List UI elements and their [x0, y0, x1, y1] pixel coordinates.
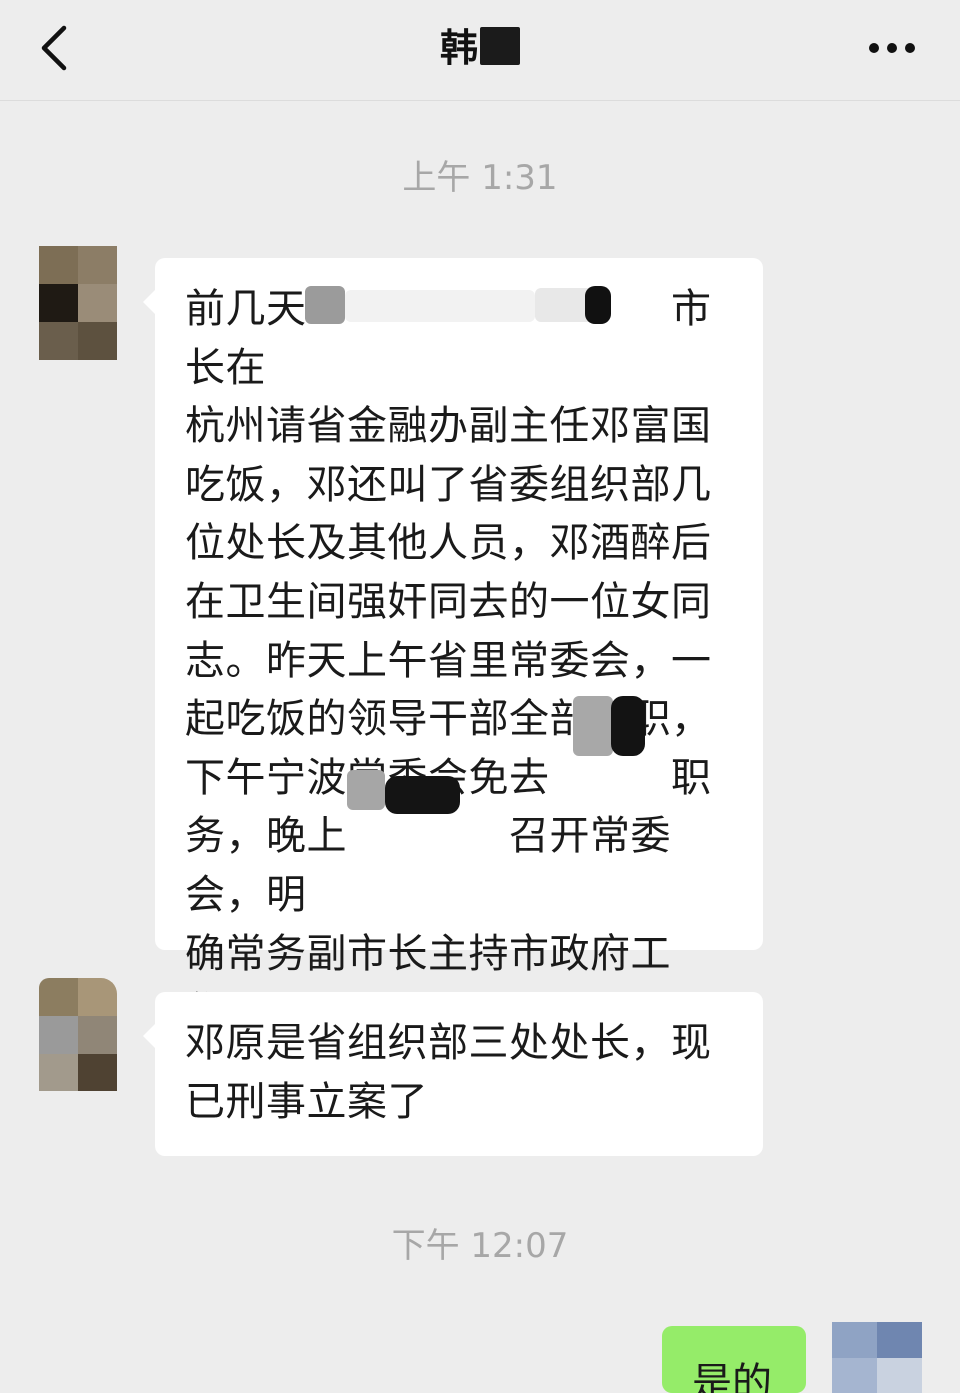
redaction-mark — [305, 286, 345, 324]
self-avatar[interactable] — [832, 1322, 922, 1393]
redaction-mark — [611, 696, 645, 756]
message-text: 前几天 市长在 杭州请省金融办副主任邓富国 吃饭，邓还叫了省委组织部几 位处长及… — [185, 286, 712, 1035]
redaction-mark — [585, 286, 611, 324]
message-bubble[interactable]: 邓原是省组织部三处处长，现 已刑事立案了 — [143, 992, 763, 1156]
sent-message-bubble[interactable]: 是的 — [662, 1326, 806, 1393]
chat-header: 韩 — [0, 0, 960, 101]
name-redaction — [480, 27, 520, 65]
redaction-mark — [385, 776, 460, 814]
message-timestamp: 下午 12:07 — [391, 1226, 569, 1266]
more-dots-icon — [869, 43, 915, 53]
redaction-mark — [347, 770, 385, 810]
contact-avatar[interactable] — [39, 246, 117, 360]
chat-title: 韩 — [0, 24, 960, 72]
more-button[interactable] — [864, 28, 920, 68]
message-text: 邓原是省组织部三处处长，现 已刑事立案了 — [185, 1020, 712, 1125]
redaction-mark — [573, 696, 613, 756]
message-bubble[interactable]: 前几天 市长在 杭州请省金融办副主任邓富国 吃饭，邓还叫了省委组织部几 位处长及… — [143, 258, 763, 1035]
message-timestamp: 上午 1:31 — [402, 158, 558, 198]
contact-name: 韩 — [439, 26, 478, 70]
contact-avatar[interactable] — [39, 978, 129, 1091]
redaction-mark — [345, 290, 535, 322]
message-text: 是的 — [692, 1360, 772, 1393]
bubble-arrow — [143, 290, 155, 314]
bubble-arrow — [143, 1024, 155, 1048]
